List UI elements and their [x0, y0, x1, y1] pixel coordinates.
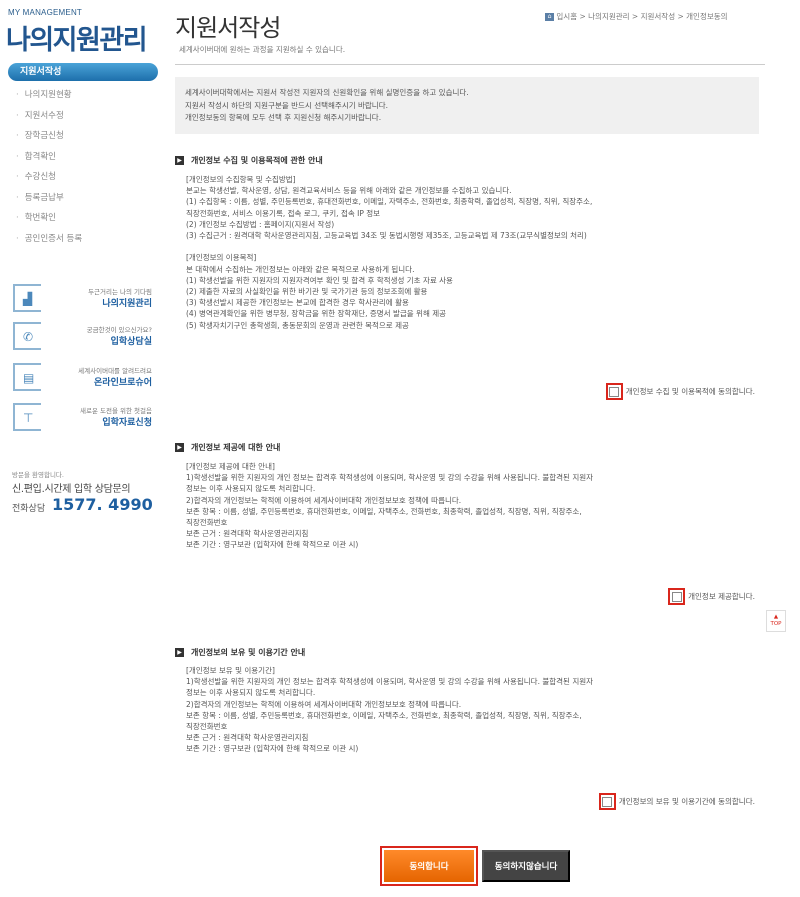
shirt-icon: ⊤: [13, 403, 41, 431]
disagree-button[interactable]: 동의하지않습니다: [482, 850, 570, 882]
page-description: 세계사이버대에 원하는 과정을 지원하실 수 있습니다.: [179, 45, 346, 54]
brochure-icon: ▤: [13, 363, 41, 391]
section-heading-text: 개인정보 수집 및 이용목적에 관한 안내: [191, 156, 323, 165]
breadcrumb-text[interactable]: 입시홈 > 나의지원관리 > 지원서작성 > 개인정보동의: [556, 12, 727, 21]
section-heading: ▶ 개인정보 제공에 대한 안내: [175, 442, 280, 453]
notice-box: 세계사이버대학에서는 지원서 작성전 지원자의 신원확인을 위해 실명인증을 하…: [175, 77, 759, 134]
consult-welcome: 방문을 환영합니다.: [12, 471, 64, 479]
breadcrumb: ⌂ 입시홈 > 나의지원관리 > 지원서작성 > 개인정보동의: [545, 11, 765, 22]
brand-subtitle: MY MANAGEMENT: [8, 8, 83, 17]
banner-big: 입학상담실: [110, 337, 152, 347]
agree-row: 개인정보 수집 및 이용목적에 동의합니다.: [605, 383, 755, 400]
section-heading-text: 개인정보의 보유 및 이용기간 안내: [191, 648, 306, 657]
nav-item[interactable]: 공인인증서 등록: [16, 232, 82, 253]
consult-phone: 1577. 4990: [52, 495, 153, 514]
sidebar: MY MANAGEMENT 나의지원관리 지원서작성 나의지원현황 지원서수정 …: [0, 0, 165, 897]
notice-text: 세계사이버대학에서는 지원서 작성전 지원자의 신원확인을 위해 실명인증을 하…: [185, 88, 469, 122]
home-icon[interactable]: ⌂: [545, 13, 554, 21]
section-heading-text: 개인정보 제공에 대한 안내: [191, 443, 281, 452]
banner-brochure[interactable]: ▤ 세계사이버대를 알려드려요 온라인브로슈어: [13, 363, 158, 391]
banner-my-application[interactable]: ▟ 두근거리는 나의 기다림 나의지원관리: [13, 284, 158, 312]
top-label: TOP: [770, 621, 782, 627]
divider: [175, 64, 765, 65]
banner-big: 온라인브로슈어: [94, 378, 152, 388]
banner-small: 궁금한것이 있으신가요?: [86, 326, 152, 334]
checkbox-highlight: [668, 588, 686, 605]
banner-big: 입학자료신청: [102, 418, 152, 428]
agree-row: 개인정보 제공합니다.: [668, 588, 755, 605]
banner-consult[interactable]: ✆ 궁금한것이 있으신가요? 입학상담실: [13, 322, 158, 350]
consult-phone-label: 전화상담: [12, 504, 46, 514]
page-title: 지원서작성: [175, 14, 281, 42]
arrow-up-icon: ▲: [773, 614, 779, 620]
section-body: [개인정보의 수집항목 및 수집방법] 본교는 학생선발, 학사운영, 상담, …: [186, 175, 593, 330]
agree-provide-checkbox[interactable]: [671, 591, 682, 602]
arrow-icon: ▶: [175, 443, 184, 452]
agree-row: 개인정보의 보유 및 이용기간에 동의합니다.: [598, 793, 755, 810]
person-desk-icon: ▟: [13, 284, 41, 312]
nav-item[interactable]: 지원서수정: [16, 109, 82, 130]
banner-small: 두근거리는 나의 기다림: [88, 288, 152, 296]
agree-label[interactable]: 개인정보 제공합니다.: [688, 591, 755, 602]
agree-button[interactable]: 동의합니다: [384, 850, 474, 882]
section-body: [개인정보 제공에 대한 안내] 1)학생선발을 위한 지원자의 개인 정보는 …: [186, 462, 594, 550]
arrow-icon: ▶: [175, 156, 184, 165]
button-highlight: 동의합니다: [380, 846, 478, 886]
phone-icon: ✆: [13, 322, 41, 350]
consult-title: 신.편입.시간제 입학 상담문의: [12, 484, 131, 495]
button-group: 동의합니다 동의하지않습니다: [380, 846, 570, 886]
banner-small: 새로운 도전을 위한 첫걸음: [80, 407, 152, 415]
agree-collect-checkbox[interactable]: [609, 386, 620, 397]
section-body: [개인정보 보유 및 이용기간] 1)학생선발을 위한 지원자의 개인 정보는 …: [186, 666, 594, 754]
agree-retention-checkbox[interactable]: [602, 796, 613, 807]
arrow-icon: ▶: [175, 648, 184, 657]
section-heading: ▶ 개인정보 수집 및 이용목적에 관한 안내: [175, 155, 323, 166]
checkbox-highlight: [605, 383, 623, 400]
nav-item[interactable]: 학번확인: [16, 211, 82, 232]
checkbox-highlight: [598, 793, 616, 810]
nav-item-active[interactable]: 지원서작성: [8, 63, 158, 81]
nav-item[interactable]: 합격확인: [16, 150, 82, 171]
nav-item[interactable]: 나의지원현황: [16, 88, 82, 109]
banner-small: 세계사이버대를 알려드려요: [78, 367, 152, 375]
brand-title[interactable]: 나의지원관리: [6, 18, 148, 57]
banner-big: 나의지원관리: [102, 299, 152, 309]
banner-request[interactable]: ⊤ 새로운 도전을 위한 첫걸음 입학자료신청: [13, 403, 158, 431]
scroll-top-button[interactable]: ▲ TOP: [766, 610, 786, 632]
agree-label[interactable]: 개인정보의 보유 및 이용기간에 동의합니다.: [619, 796, 755, 807]
agree-label[interactable]: 개인정보 수집 및 이용목적에 동의합니다.: [626, 386, 755, 397]
nav-item[interactable]: 수강신청: [16, 170, 82, 191]
section-heading: ▶ 개인정보의 보유 및 이용기간 안내: [175, 647, 305, 658]
nav-list: 나의지원현황 지원서수정 장학금신청 합격확인 수강신청 등록금납부 학번확인 …: [16, 88, 82, 252]
nav-item[interactable]: 등록금납부: [16, 191, 82, 212]
nav-item[interactable]: 장학금신청: [16, 129, 82, 150]
